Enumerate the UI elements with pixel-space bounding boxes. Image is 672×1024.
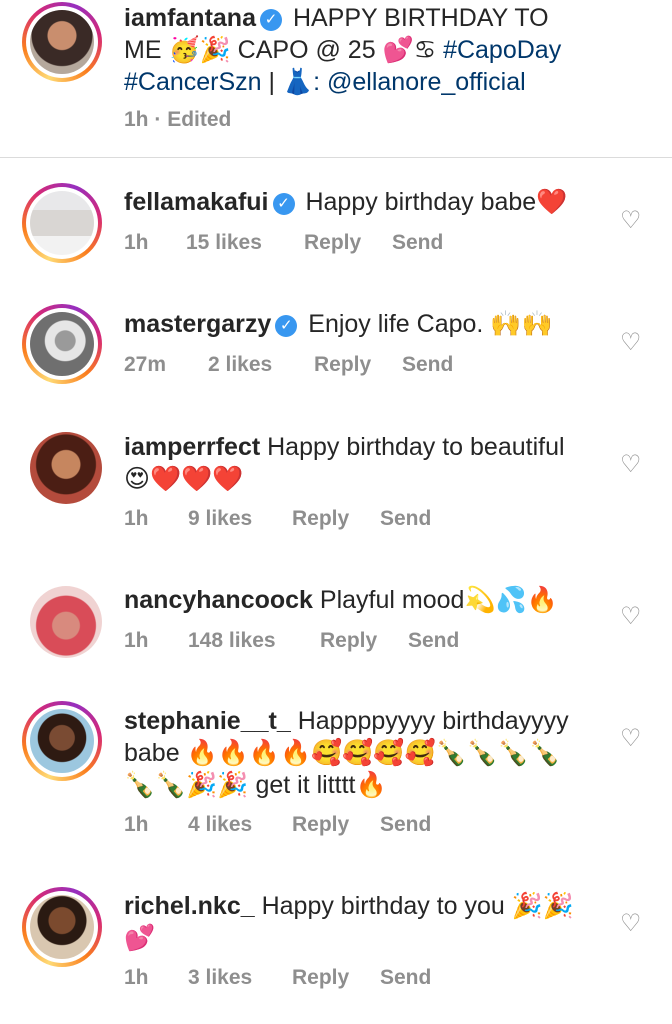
- comment-meta: 1h 148 likes Reply Send: [124, 629, 459, 653]
- comment-text: stephanie__t_ Happppyyyy birthdayyyy bab…: [124, 705, 594, 801]
- caption-time: 1h: [124, 108, 149, 131]
- comment-likes[interactable]: 2 likes: [208, 353, 314, 377]
- caption-text: iamfantana ✓ HAPPY BIRTHDAY TO ME 🥳🎉 CAPO…: [124, 2, 644, 98]
- comment-likes[interactable]: 3 likes: [188, 966, 292, 990]
- avatar[interactable]: [22, 2, 102, 82]
- heart-outline-icon[interactable]: ♡: [620, 208, 646, 234]
- comment-body-2: babe: [124, 739, 180, 767]
- comment-emoji: 💫💦🔥: [464, 585, 558, 614]
- comment-emoji: 🔥🔥🔥🔥🥰🥰🥰🥰🍾🍾🍾🍾: [186, 738, 561, 767]
- comment-likes[interactable]: 4 likes: [188, 813, 292, 837]
- post-caption: iamfantana ✓ HAPPY BIRTHDAY TO ME 🥳🎉 CAPO…: [0, 0, 672, 158]
- comment-body-3: get it litttt: [255, 771, 356, 799]
- comment-time: 1h: [124, 231, 149, 254]
- dress-emoji: 👗: [281, 67, 314, 96]
- comment-meta: 1h 15 likes Reply Send: [124, 231, 443, 255]
- avatar[interactable]: [22, 887, 102, 967]
- send-button[interactable]: Send: [402, 353, 453, 377]
- comment-time: 1h: [124, 813, 149, 836]
- send-button[interactable]: Send: [408, 629, 459, 653]
- party-emoji: 🥳🎉: [168, 35, 231, 64]
- reply-button[interactable]: Reply: [292, 966, 380, 990]
- caption-meta: 1h · Edited: [124, 108, 231, 132]
- comment-username[interactable]: stephanie__t_: [124, 707, 291, 735]
- hashtag-capoday[interactable]: #CapoDay: [443, 36, 561, 64]
- heart-outline-icon[interactable]: ♡: [620, 726, 646, 752]
- caption-separator: |: [268, 68, 276, 96]
- divider: [0, 157, 672, 158]
- comment-username[interactable]: mastergarzy: [124, 310, 271, 338]
- hashtag-cancerszn[interactable]: #CancerSzn: [124, 68, 262, 96]
- comment-likes[interactable]: 9 likes: [188, 507, 292, 531]
- send-button[interactable]: Send: [380, 813, 431, 837]
- caption-line-1: HAPPY BIRTHDAY TO: [292, 4, 549, 32]
- comment-meta: 27m 2 likes Reply Send: [124, 353, 453, 377]
- reply-button[interactable]: Reply: [304, 231, 392, 255]
- send-button[interactable]: Send: [392, 231, 443, 255]
- verified-badge-icon: ✓: [259, 9, 282, 31]
- comment-body: Playful mood: [319, 586, 465, 614]
- verified-badge-icon: ✓: [272, 193, 295, 215]
- avatar[interactable]: [30, 432, 102, 504]
- reply-button[interactable]: Reply: [292, 507, 380, 531]
- comment-username[interactable]: nancyhancoock: [124, 586, 313, 614]
- comment-emoji: ❤️: [536, 187, 568, 216]
- comment-emoji-3: 🔥: [355, 770, 387, 799]
- heart-outline-icon[interactable]: ♡: [620, 604, 646, 630]
- comment-username[interactable]: iamperrfect: [124, 433, 260, 461]
- comment-body: Happy birthday babe: [305, 188, 537, 216]
- send-button[interactable]: Send: [380, 507, 431, 531]
- avatar[interactable]: [22, 304, 102, 384]
- comment-meta: 1h 4 likes Reply Send: [124, 813, 431, 837]
- caption-edited: Edited: [167, 108, 232, 131]
- comment-emoji: 🙌🙌: [490, 309, 553, 338]
- comment-text: richel.nkc_ Happy birthday to you 🎉🎉 💕: [124, 890, 594, 954]
- comment-body: Happppyyyy birthdayyyy: [297, 707, 569, 735]
- caption-dot: ·: [154, 108, 162, 131]
- comment-username[interactable]: richel.nkc_: [124, 892, 255, 920]
- heart-outline-icon[interactable]: ♡: [620, 452, 646, 478]
- comment-emoji: 😍❤️❤️❤️: [124, 464, 244, 493]
- comment-emoji-2: 🍾🍾🎉🎉: [124, 770, 249, 799]
- comment-likes[interactable]: 15 likes: [186, 231, 304, 255]
- caption-capo: CAPO @ 25: [237, 36, 376, 64]
- comment-time: 1h: [124, 629, 149, 652]
- reply-button[interactable]: Reply: [314, 353, 402, 377]
- comment-emoji: 🎉🎉: [511, 891, 575, 920]
- comment-username[interactable]: fellamakafui: [124, 188, 269, 216]
- hearts-emoji: 💕♋: [382, 35, 437, 64]
- comment-text: nancyhancoock Playful mood💫💦🔥: [124, 584, 594, 616]
- heart-outline-icon[interactable]: ♡: [620, 330, 646, 356]
- avatar[interactable]: [22, 183, 102, 263]
- mention-ellanore[interactable]: : @ellanore_official: [313, 68, 526, 96]
- comment-body: Happy birthday to you: [261, 892, 505, 920]
- avatar[interactable]: [30, 586, 102, 658]
- comment-time: 27m: [124, 353, 167, 376]
- reply-button[interactable]: Reply: [292, 813, 380, 837]
- comment-body: Enjoy life Capo.: [308, 310, 484, 338]
- reply-button[interactable]: Reply: [320, 629, 408, 653]
- comment-meta: 1h 9 likes Reply Send: [124, 507, 431, 531]
- comment-body: Happy birthday to beautiful: [267, 433, 565, 461]
- comment-time: 1h: [124, 966, 149, 989]
- verified-badge-icon: ✓: [275, 315, 298, 337]
- heart-outline-icon[interactable]: ♡: [620, 911, 646, 937]
- send-button[interactable]: Send: [380, 966, 431, 990]
- comment-text: mastergarzy ✓ Enjoy life Capo. 🙌🙌: [124, 308, 594, 340]
- comment-text: fellamakafui ✓ Happy birthday babe❤️: [124, 186, 594, 218]
- caption-username[interactable]: iamfantana: [124, 4, 256, 32]
- comment-text: iamperrfect Happy birthday to beautiful …: [124, 431, 594, 495]
- comment-likes[interactable]: 148 likes: [188, 629, 320, 653]
- comment-emoji-2: 💕: [124, 923, 156, 952]
- caption-me: ME: [124, 36, 162, 64]
- avatar[interactable]: [22, 701, 102, 781]
- comment-time: 1h: [124, 507, 149, 530]
- comment-meta: 1h 3 likes Reply Send: [124, 966, 431, 990]
